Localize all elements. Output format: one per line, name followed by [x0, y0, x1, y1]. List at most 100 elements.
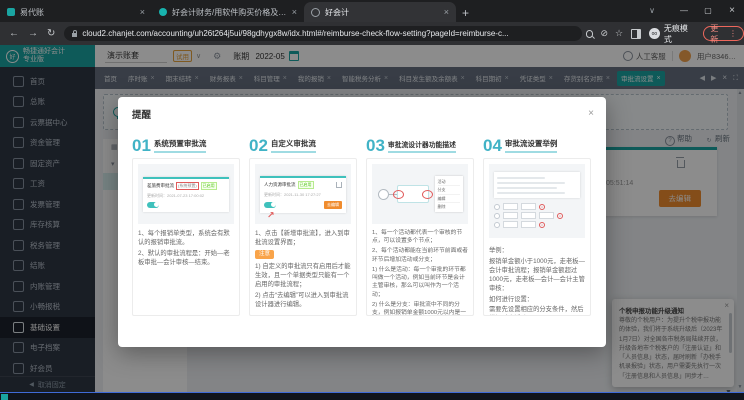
preset-tag: (系统预置): [176, 182, 199, 190]
browser-tab-title: 好会计财务/用软件购买价格及…: [172, 7, 287, 18]
section-illustration: 人力资源审批流 已启用 更新时间：2021-11-30 17:27:27 去编辑: [255, 164, 351, 224]
modal-section-custom-flow: 02 自定义审批流 人力资源审批流 已启用 更新时间：2021-11-30 17…: [249, 131, 357, 316]
note-badge: 注意: [255, 250, 274, 259]
section-card: 活动 分支 编辑 删除 1、每一个活动都代表一个审核的节点，可以设置多个节点； …: [366, 158, 474, 316]
modal-section-preset-flow: 01 系统预置审批流 差旅费审批流 (系统预置) 已启用 更新时间：2021-0…: [132, 131, 240, 316]
taskbar-sliver: [0, 392, 744, 400]
update-button[interactable]: 更新: [703, 26, 744, 41]
section-title: 审批流设计器功能描述: [388, 139, 456, 153]
side-panel-icon[interactable]: [631, 29, 641, 39]
section-card: 差旅费审批流 (系统预置) 已启用 更新时间：2021-07-23 17:00:…: [132, 158, 240, 316]
mini-branch-diagram: × × ×: [494, 201, 580, 230]
section-title: 系统预置审批流: [154, 138, 207, 153]
section-card: 人力资源审批流 已启用 更新时间：2021-11-30 17:27:27 去编辑: [249, 158, 357, 316]
section-illustration: × × ×: [489, 164, 585, 238]
browser-tab[interactable]: 易代账: [0, 2, 152, 22]
section-title: 自定义审批流: [271, 138, 316, 153]
menu-item: 活动: [438, 178, 460, 186]
section-number: 01: [132, 138, 151, 153]
url-text[interactable]: cloud2.chanjet.com/accounting/uh26t264j5…: [82, 29, 573, 38]
new-tab-button[interactable]: [462, 7, 469, 19]
section-number: 03: [366, 138, 385, 153]
menu-item: 分支: [438, 186, 460, 194]
menu-item: 编辑: [438, 195, 460, 203]
modal-section-designer: 03 审批流设计器功能描述 活动 分支 编辑: [366, 131, 474, 316]
red-highlight-circle: [393, 190, 404, 199]
address-bar[interactable]: cloud2.chanjet.com/accounting/uh26t264j5…: [64, 26, 581, 41]
mini-flow-name: 差旅费审批流: [147, 183, 174, 189]
window-restore-button[interactable]: [696, 7, 720, 15]
site-favicon: [7, 8, 15, 16]
toggle-on-icon: [147, 202, 159, 208]
update-label: 更新: [710, 23, 726, 45]
incognito-badge: oo 无痕模式: [649, 23, 695, 45]
section-paragraph: 1、每个报销单类型，系统会有默认的报销审批流。: [138, 229, 234, 247]
site-favicon: [159, 8, 167, 16]
window-close-button[interactable]: [720, 6, 744, 16]
enabled-tag: 已启用: [201, 182, 217, 190]
mini-flow-time: 更新时间：2021-11-30 17:27:27: [264, 192, 342, 198]
node-context-menu: 活动 分支 编辑 删除: [435, 176, 463, 212]
close-icon[interactable]: [292, 8, 297, 17]
mini-flow-time: 更新时间：2021-07-23 17:00:02: [147, 193, 225, 199]
bookmark-star-icon[interactable]: [615, 29, 623, 38]
app-viewport: 好 畅捷通好会计 专业版 演示账套 试用 账期 2022-05 人工客服 用户8…: [0, 45, 744, 392]
section-title: 审批流设置举例: [505, 138, 558, 153]
window-minimize-button[interactable]: [672, 7, 696, 15]
red-annotation-arrow: [267, 211, 275, 220]
browser-tab[interactable]: 好会计财务/用软件购买价格及…: [152, 2, 304, 22]
forward-icon[interactable]: [28, 29, 38, 39]
close-icon[interactable]: [444, 8, 449, 17]
section-paragraph: 举例：: [489, 246, 585, 255]
menu-item: 删除: [438, 203, 460, 210]
modal-title: 提醒: [132, 107, 592, 121]
reminder-modal: 提醒 01 系统预置审批流 差旅费审批流 (系统预置) 已启用: [118, 97, 606, 347]
section-paragraph: 1) 什么是活动：每一个审批的环节都叫做一个活动，例如当前环节是会计主管审核，那…: [372, 266, 468, 300]
section-number: 04: [483, 138, 502, 153]
zoom-icon[interactable]: [586, 30, 594, 38]
flow-activity-node: [397, 185, 429, 203]
section-illustration: 差旅费审批流 (系统预置) 已启用 更新时间：2021-07-23 17:00:…: [138, 164, 234, 224]
taskbar-app-icon: [1, 394, 8, 400]
section-paragraph: 报销单金额小于1000元，走老板—会计审批流程；报销单金额超过1000元，走老板…: [489, 257, 585, 294]
mini-flow-card: 人力资源审批流 已启用 更新时间：2021-11-30 17:27:27 去编辑: [260, 176, 346, 213]
red-highlight-circle: [422, 190, 433, 199]
eye-blocked-icon[interactable]: [600, 29, 608, 38]
mini-settings-panel: [494, 172, 580, 198]
back-icon[interactable]: [9, 29, 19, 39]
browser-menu-icon[interactable]: [729, 30, 737, 38]
section-paragraph: 2、每个活动都能在当前环节前面或者环节后增加活动或分支；: [372, 247, 468, 264]
section-illustration: 活动 分支 编辑 删除: [372, 164, 468, 224]
browser-tab-title: 易代账: [20, 7, 135, 18]
section-paragraph: 2、默认的审批流程是：开始—老板审批—会计审核—结束。: [138, 249, 234, 267]
incognito-label: 无痕模式: [664, 23, 696, 45]
browser-toolbar: cloud2.chanjet.com/accounting/uh26t264j5…: [0, 22, 744, 45]
trash-icon: [336, 182, 342, 188]
tab-search-icon[interactable]: [640, 7, 664, 15]
section-paragraph: 如何进行设置：: [489, 295, 585, 304]
incognito-icon: oo: [649, 28, 660, 39]
reload-icon[interactable]: [47, 29, 55, 39]
site-favicon: [311, 8, 320, 17]
mini-edit-button: 去编辑: [324, 201, 342, 209]
section-paragraph: 1、每一个活动都代表一个审核的节点，可以设置多个节点；: [372, 229, 468, 246]
lock-icon[interactable]: [72, 33, 77, 37]
close-icon[interactable]: [588, 109, 594, 119]
enabled-tag: 已启用: [298, 181, 314, 189]
browser-tab-title: 好会计: [325, 7, 439, 18]
section-paragraph: 1) 自定义的审批流只有启用后才能生效，且一个单据类型只能有一个启用的审批流程；: [255, 262, 351, 289]
section-paragraph: 需要先设置相应的分支条件，然后增加对应活动即可。: [489, 305, 585, 316]
flow-start-node: [378, 189, 389, 200]
section-number: 02: [249, 138, 268, 153]
mini-flow-card: 差旅费审批流 (系统预置) 已启用 更新时间：2021-07-23 17:00:…: [143, 177, 229, 212]
toggle-on-icon: [264, 202, 276, 208]
section-paragraph: 2) 点击“去编辑”可以进入到审批流设计器进行编辑。: [255, 291, 351, 309]
section-paragraph: 1、点击【新增审批流】，进入到审批流设置界面；: [255, 229, 351, 247]
section-paragraph: 2) 什么是分支：审批流中不同的分支，例如报销单金额1000元以内是一个审批流程…: [372, 301, 468, 316]
section-card: × × × 举例： 报销单金额小于1000元，走老板—会计审批流程；报销单金额超…: [483, 158, 591, 316]
browser-tab-active[interactable]: 好会计: [304, 2, 456, 22]
modal-section-example: 04 审批流设置举例 × × ×: [483, 131, 591, 316]
close-icon[interactable]: [140, 8, 145, 17]
browser-tab-strip: 易代账 好会计财务/用软件购买价格及… 好会计: [0, 0, 744, 22]
mini-flow-name: 人力资源审批流: [264, 182, 296, 188]
